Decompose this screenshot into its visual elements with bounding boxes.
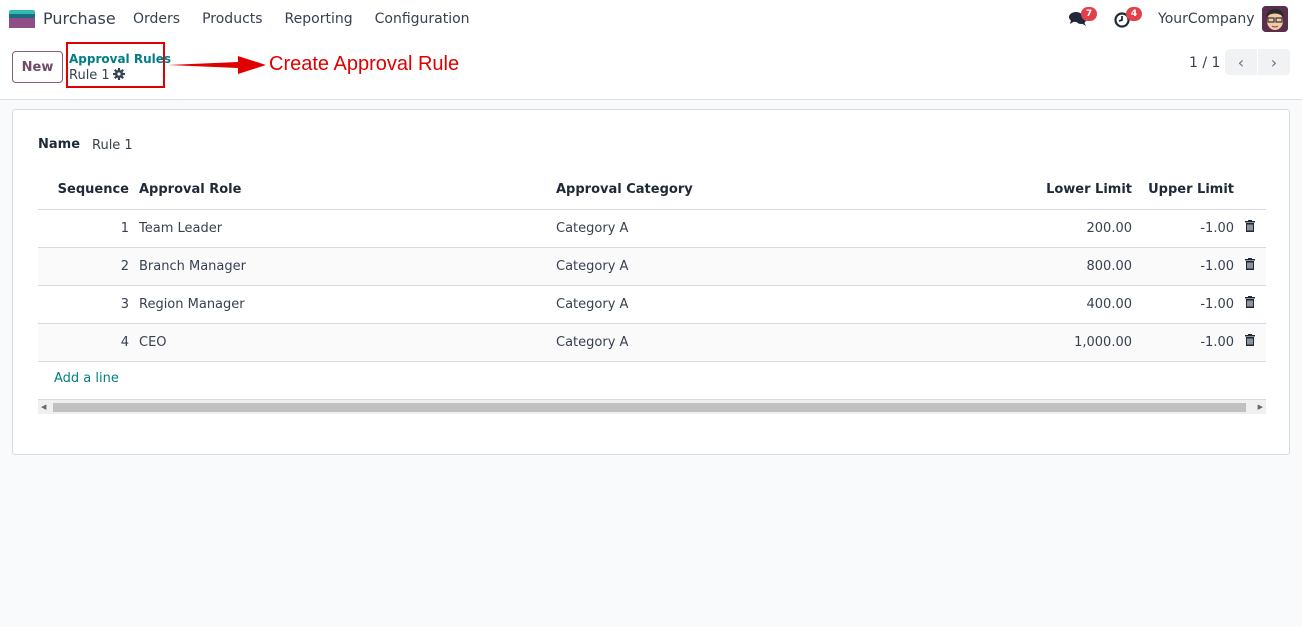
cell-approval-role[interactable]: Branch Manager: [139, 247, 556, 286]
messages-button[interactable]: 7: [1069, 7, 1097, 29]
activities-badge: 4: [1126, 7, 1142, 21]
cell-sequence[interactable]: 1: [38, 209, 139, 248]
name-label: Name: [38, 137, 81, 152]
delete-row-button[interactable]: [1234, 209, 1266, 248]
name-field[interactable]: Rule 1: [92, 138, 133, 153]
scroll-right-icon[interactable]: ▶: [1258, 403, 1263, 411]
main-menu: Orders Products Reporting Configuration: [133, 11, 492, 27]
breadcrumb: Approval Rules Rule 1: [66, 42, 171, 88]
delete-row-button[interactable]: [1234, 247, 1266, 286]
add-line-link[interactable]: Add a line: [54, 371, 119, 386]
menu-reporting[interactable]: Reporting: [285, 11, 353, 27]
column-upper-limit[interactable]: Upper Limit: [1132, 170, 1234, 210]
horizontal-scrollbar[interactable]: ◀ ▶: [38, 399, 1266, 414]
column-approval-role[interactable]: Approval Role: [139, 170, 556, 210]
breadcrumb-current: Rule 1: [69, 68, 125, 83]
delete-row-button[interactable]: [1234, 285, 1266, 324]
delete-row-button[interactable]: [1234, 323, 1266, 362]
column-lower-limit[interactable]: Lower Limit: [956, 170, 1132, 210]
menu-configuration[interactable]: Configuration: [375, 11, 470, 27]
table-row[interactable]: 1 Team Leader Category A 200.00 -1.00: [38, 209, 1266, 248]
scroll-left-icon[interactable]: ◀: [41, 403, 46, 411]
breadcrumb-parent-link[interactable]: Approval Rules: [69, 52, 171, 66]
app-name[interactable]: Purchase: [43, 9, 116, 28]
company-switcher[interactable]: YourCompany: [1158, 11, 1255, 27]
cell-approval-role[interactable]: Region Manager: [139, 285, 556, 324]
trash-icon: [1245, 220, 1255, 232]
table-row[interactable]: 2 Branch Manager Category A 800.00 -1.00: [38, 247, 1266, 286]
pager-previous-button[interactable]: ‹: [1225, 49, 1258, 75]
gear-icon[interactable]: [112, 68, 125, 80]
trash-icon: [1245, 334, 1255, 346]
cell-lower-limit[interactable]: 200.00: [956, 209, 1132, 248]
top-navbar: Purchase Orders Products Reporting Confi…: [0, 0, 1302, 38]
cell-approval-category[interactable]: Category A: [556, 247, 956, 286]
scrollbar-thumb[interactable]: [53, 403, 1246, 412]
form-sheet: Name Rule 1 Sequence Approval Role Appro…: [12, 109, 1290, 455]
column-delete: [1234, 170, 1266, 210]
annotation-arrow-icon: [168, 56, 266, 74]
app-logo-icon[interactable]: [9, 10, 35, 28]
cell-sequence[interactable]: 3: [38, 285, 139, 324]
cell-approval-role[interactable]: Team Leader: [139, 209, 556, 248]
cell-upper-limit[interactable]: -1.00: [1132, 323, 1234, 362]
user-avatar[interactable]: [1262, 6, 1288, 32]
table-row[interactable]: 4 CEO Category A 1,000.00 -1.00: [38, 323, 1266, 362]
column-sequence[interactable]: Sequence: [38, 170, 139, 210]
cell-lower-limit[interactable]: 400.00: [956, 285, 1132, 324]
menu-products[interactable]: Products: [202, 11, 262, 27]
cell-sequence[interactable]: 4: [38, 323, 139, 362]
cell-upper-limit[interactable]: -1.00: [1132, 285, 1234, 324]
cell-approval-category[interactable]: Category A: [556, 209, 956, 248]
cell-lower-limit[interactable]: 1,000.00: [956, 323, 1132, 362]
messages-badge: 7: [1081, 7, 1097, 21]
table-header-row: Sequence Approval Role Approval Category…: [38, 170, 1266, 210]
pager-buttons: ‹ ›: [1225, 49, 1290, 75]
table-row[interactable]: 3 Region Manager Category A 400.00 -1.00: [38, 285, 1266, 324]
activities-button[interactable]: 4: [1114, 7, 1142, 29]
cell-approval-category[interactable]: Category A: [556, 285, 956, 324]
menu-orders[interactable]: Orders: [133, 11, 180, 27]
avatar-icon: [1262, 6, 1288, 32]
cell-lower-limit[interactable]: 800.00: [956, 247, 1132, 286]
annotation-label: Create Approval Rule: [269, 53, 460, 75]
approval-lines-table: Sequence Approval Role Approval Category…: [38, 170, 1266, 362]
cell-upper-limit[interactable]: -1.00: [1132, 247, 1234, 286]
pager-value[interactable]: 1 / 1: [1189, 55, 1220, 71]
column-approval-category[interactable]: Approval Category: [556, 170, 956, 210]
breadcrumb-current-label: Rule 1: [69, 68, 110, 83]
cell-upper-limit[interactable]: -1.00: [1132, 209, 1234, 248]
trash-icon: [1245, 296, 1255, 308]
cell-sequence[interactable]: 2: [38, 247, 139, 286]
cell-approval-role[interactable]: CEO: [139, 323, 556, 362]
trash-icon: [1245, 258, 1255, 270]
cell-approval-category[interactable]: Category A: [556, 323, 956, 362]
pager-next-button[interactable]: ›: [1258, 49, 1290, 75]
new-button[interactable]: New: [12, 51, 63, 83]
control-panel: New Approval Rules Rule 1 Create Approva…: [0, 38, 1302, 100]
